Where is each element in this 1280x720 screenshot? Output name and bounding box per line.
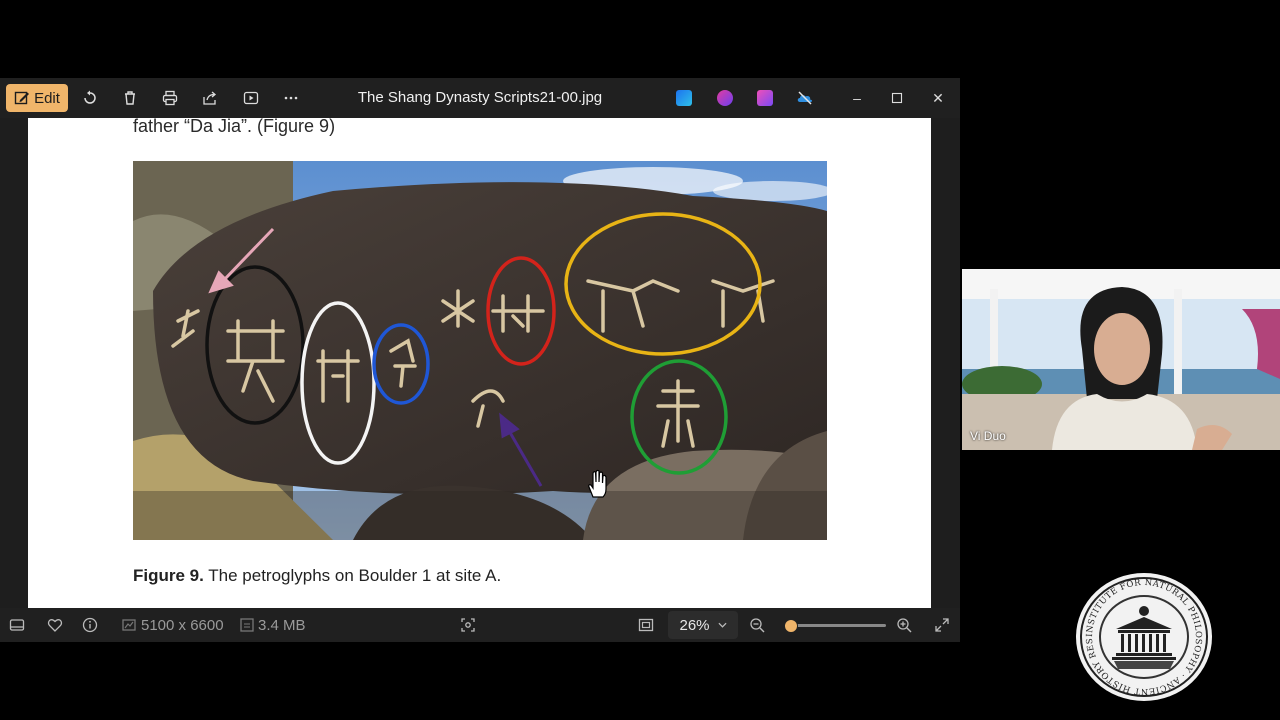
- chevron-down-icon: [717, 622, 727, 628]
- zoom-dropdown[interactable]: 26%: [668, 611, 738, 639]
- caption-label: Figure 9.: [133, 566, 204, 585]
- select-icon[interactable]: [460, 617, 476, 633]
- hand-cursor-icon: [588, 469, 607, 498]
- edit-button[interactable]: Edit: [6, 84, 68, 112]
- zoom-slider[interactable]: [784, 619, 886, 633]
- participant-video: Vi Duo: [962, 269, 1280, 450]
- filmstrip-icon[interactable]: [9, 617, 25, 633]
- petroglyph-photo: [133, 161, 827, 540]
- full-screen-icon[interactable]: [934, 617, 950, 633]
- zoom-slider-thumb[interactable]: [784, 619, 798, 633]
- zoom-in-icon[interactable]: [896, 617, 912, 633]
- photos-window: Edit The Shang Dynasty Scripts21-00.jpg …: [0, 78, 960, 642]
- image-dimensions: 5100 x 6600: [141, 617, 224, 634]
- stream-icon[interactable]: [757, 90, 773, 106]
- print-icon[interactable]: [160, 88, 180, 108]
- title-bar: Edit The Shang Dynasty Scripts21-00.jpg …: [0, 78, 960, 118]
- info-icon[interactable]: [82, 617, 98, 633]
- designer-icon[interactable]: [717, 90, 733, 106]
- close-icon[interactable]: ✕: [928, 88, 948, 108]
- file-size-icon: [239, 617, 254, 633]
- image-canvas[interactable]: father “Da Jia”. (Figure 9) Figure 9. Th…: [0, 118, 960, 608]
- onedrive-icon[interactable]: [797, 90, 813, 106]
- institute-seal-logo: INSTITUTE FOR NATURAL PHILOSOPHY · ANCIE…: [1070, 564, 1214, 703]
- favorite-icon[interactable]: [47, 617, 63, 633]
- slideshow-icon[interactable]: [241, 88, 261, 108]
- edit-label: Edit: [34, 89, 60, 107]
- status-bar: 5100 x 6600 3.4 MB 26%: [0, 608, 960, 642]
- document-text: father “Da Jia”. (Figure 9): [133, 118, 336, 136]
- minimize-icon[interactable]: –: [847, 88, 867, 108]
- file-size: 3.4 MB: [258, 617, 306, 634]
- fit-to-window-icon[interactable]: [638, 617, 654, 633]
- share-icon[interactable]: [200, 88, 220, 108]
- caption-text: The petroglyphs on Boulder 1 at site A.: [203, 566, 502, 585]
- edit-icon: [14, 91, 30, 105]
- figure-caption: Figure 9. The petroglyphs on Boulder 1 a…: [133, 566, 501, 586]
- more-icon[interactable]: [281, 88, 301, 108]
- window-title: The Shang Dynasty Scripts21-00.jpg: [357, 89, 603, 106]
- document-page: father “Da Jia”. (Figure 9) Figure 9. Th…: [28, 118, 931, 608]
- clipchamp-icon[interactable]: [676, 90, 692, 106]
- dimensions-icon: [121, 617, 136, 633]
- participant-name: Vi Duo: [970, 429, 1006, 443]
- delete-icon[interactable]: [120, 88, 140, 108]
- rotate-icon[interactable]: [80, 88, 100, 108]
- maximize-icon[interactable]: [887, 88, 907, 108]
- zoom-out-icon[interactable]: [749, 617, 765, 633]
- zoom-value: 26%: [679, 616, 710, 634]
